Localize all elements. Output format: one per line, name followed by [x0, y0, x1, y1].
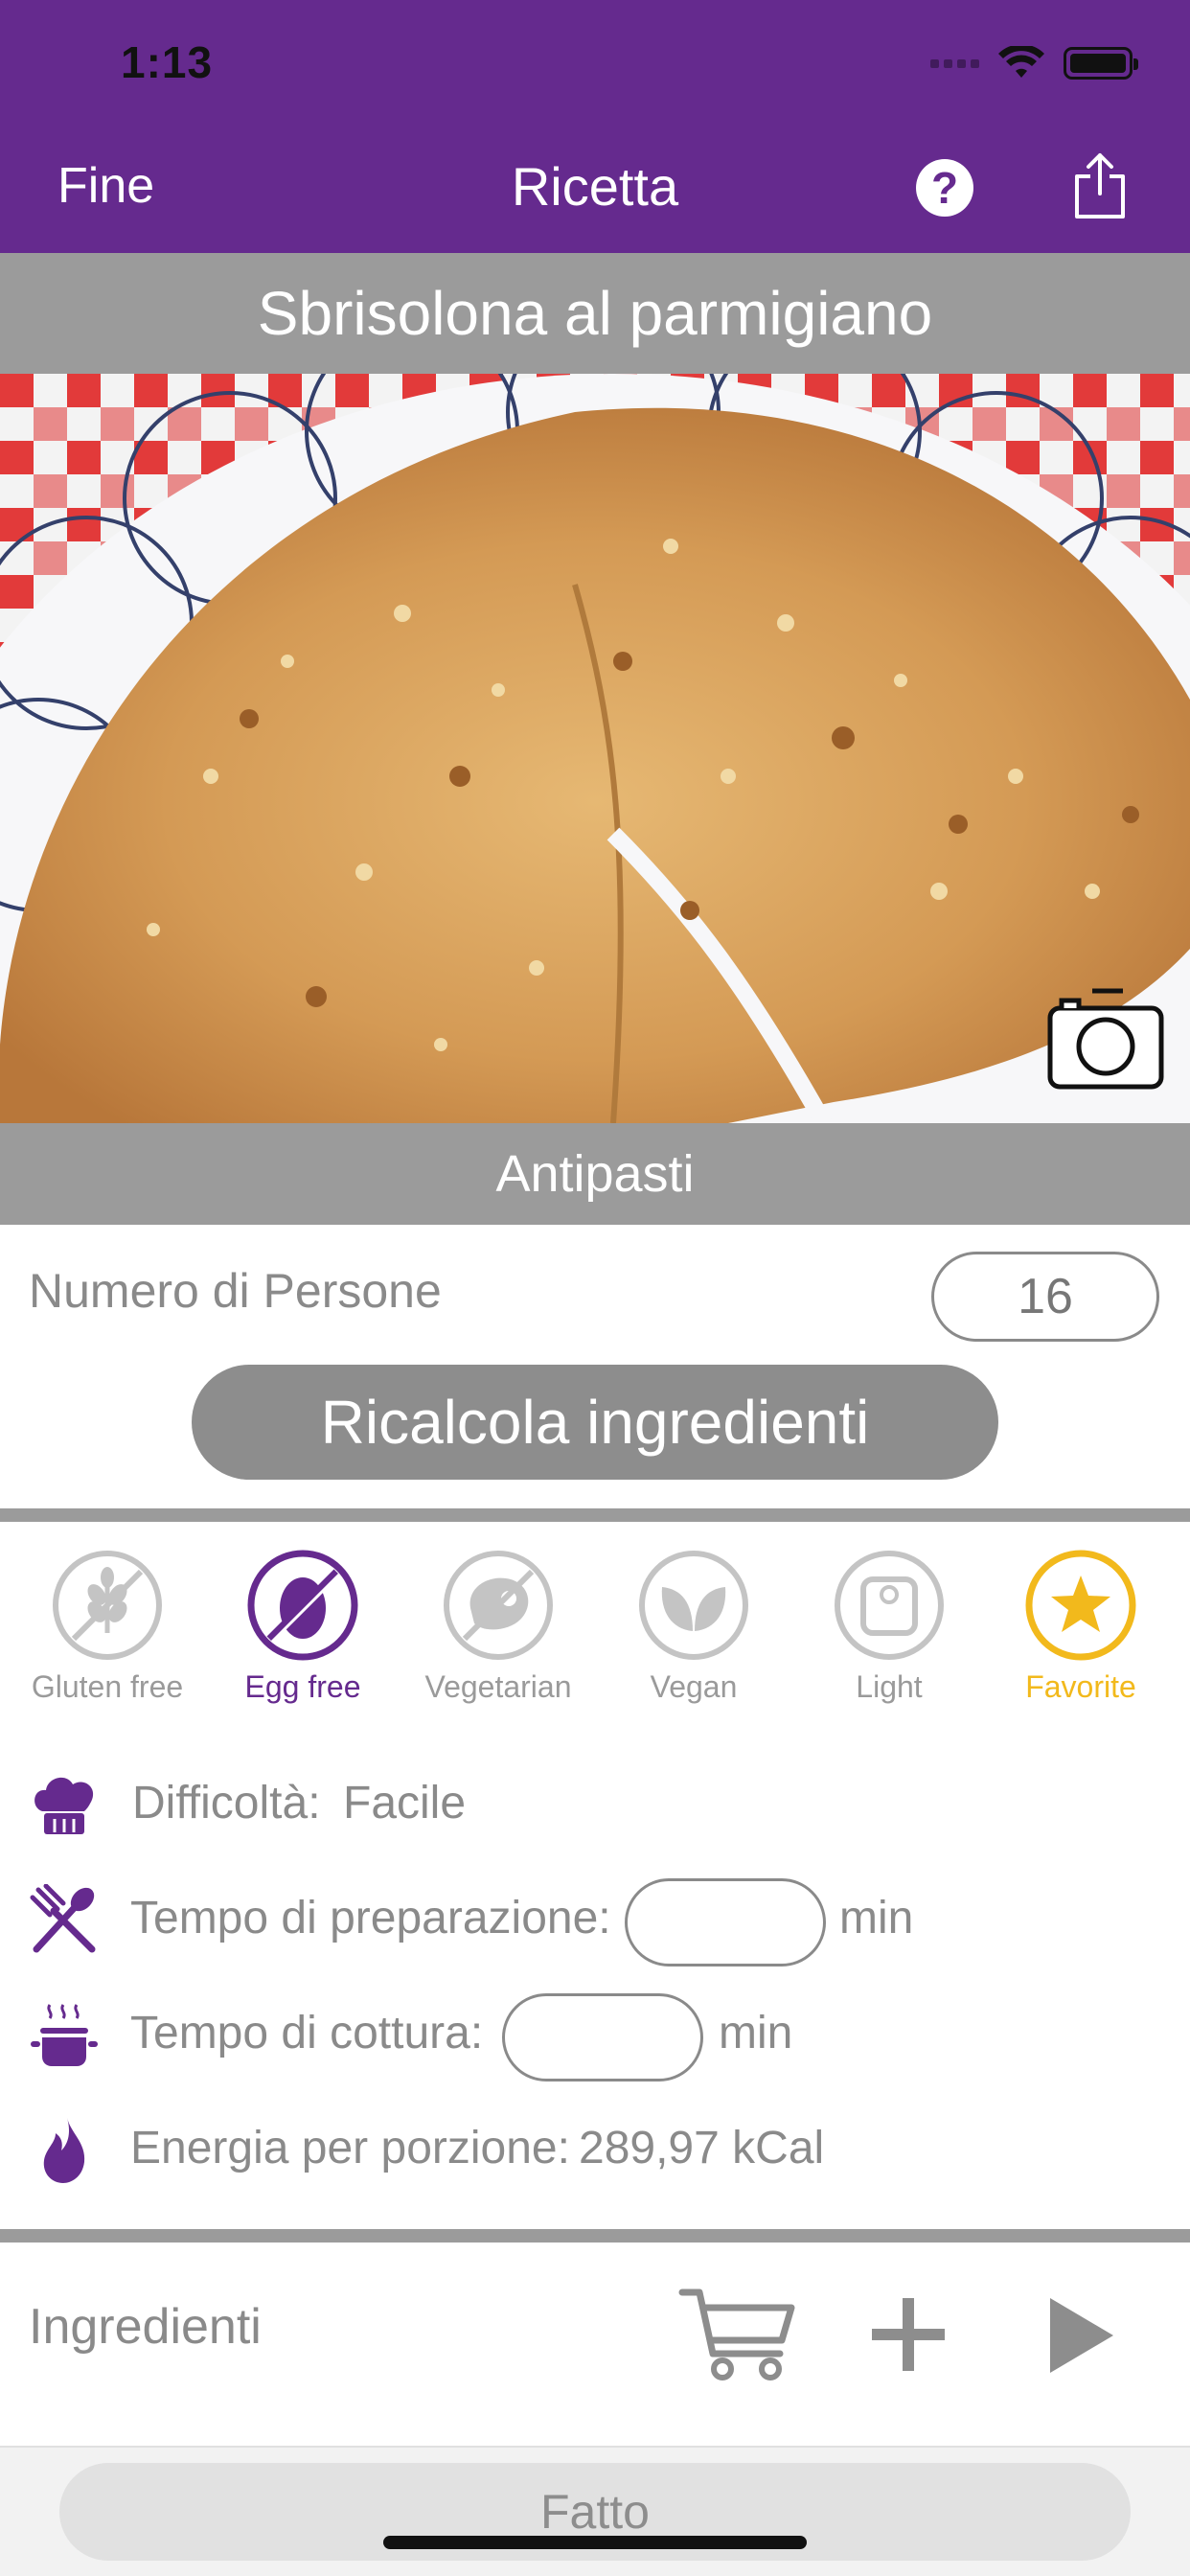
filter-label: Vegetarian — [424, 1669, 572, 1704]
status-indicators — [930, 46, 1138, 80]
meat-crossed-icon — [444, 1551, 553, 1660]
filter-vegan[interactable]: Vegan — [596, 1549, 791, 1705]
prep-time-unit: min — [839, 1893, 914, 1944]
difficulty-value: Facile — [343, 1778, 467, 1828]
leaf-icon — [639, 1551, 748, 1660]
filter-egg-free[interactable]: Egg free — [205, 1549, 400, 1705]
egg-crossed-icon — [247, 1550, 358, 1661]
category-label: Antipasti — [0, 1123, 1190, 1225]
cook-time-input[interactable] — [502, 1993, 703, 2082]
prep-time-row: Tempo di preparazione: min — [0, 1871, 1190, 1966]
signal-icon — [930, 58, 979, 68]
cook-time-row: Tempo di cottura: min — [0, 1986, 1190, 2082]
filter-label: Egg free — [244, 1669, 361, 1704]
difficulty-row: Difficoltà: Facile — [0, 1756, 1190, 1852]
ingredients-label: Ingredienti — [29, 2299, 262, 2355]
wifi-icon — [998, 46, 1044, 78]
fork-spoon-icon — [30, 1884, 96, 1953]
persons-input[interactable]: 16 — [931, 1252, 1159, 1342]
recipe-photo-image — [0, 374, 1190, 1123]
persons-label: Numero di Persone — [29, 1264, 442, 1318]
add-ingredient-icon[interactable] — [868, 2294, 949, 2375]
page-title: Ricetta — [511, 156, 679, 217]
camera-icon[interactable] — [1046, 985, 1165, 1091]
recalculate-ingredients-button[interactable]: Ricalcola ingredienti — [192, 1365, 998, 1480]
cart-icon[interactable] — [678, 2287, 797, 2382]
recipe-title: Sbrisolona al parmigiano — [0, 253, 1190, 374]
diet-filters: Gluten free Egg free Vegetarian Vegan Li… — [0, 1549, 1190, 1721]
filter-label: Gluten free — [31, 1669, 184, 1704]
section-divider — [0, 1508, 1190, 1522]
section-divider — [0, 2229, 1190, 2242]
filter-label: Favorite — [1025, 1669, 1136, 1704]
scale-icon — [835, 1551, 944, 1660]
filter-gluten-free[interactable]: Gluten free — [10, 1549, 205, 1705]
cooking-pot-icon — [31, 2004, 98, 2066]
prep-time-input[interactable] — [625, 1878, 826, 1966]
energy-row: Energia per porzione: 289,97 kCal — [0, 2101, 1190, 2196]
help-icon[interactable]: ? — [916, 159, 973, 217]
home-indicator — [383, 2536, 807, 2549]
wheat-crossed-icon — [53, 1551, 162, 1660]
status-time: 1:13 — [121, 37, 214, 87]
chef-hat-icon — [34, 1777, 94, 1834]
cook-time-label: Tempo di cottura: — [130, 2008, 484, 2058]
share-icon[interactable] — [1069, 151, 1131, 220]
filter-light[interactable]: Light — [791, 1549, 987, 1705]
flame-icon — [43, 2118, 85, 2183]
cook-time-unit: min — [719, 2008, 793, 2058]
navigation-bar: 1:13 Fine Ricetta ? — [0, 0, 1190, 253]
filter-vegetarian[interactable]: Vegetarian — [400, 1549, 596, 1705]
recipe-photo[interactable] — [0, 374, 1190, 1123]
filter-label: Vegan — [650, 1669, 738, 1704]
battery-icon — [1064, 47, 1138, 80]
star-icon — [1025, 1550, 1136, 1661]
difficulty-label: Difficoltà: — [132, 1778, 321, 1828]
prep-time-label: Tempo di preparazione: — [130, 1893, 611, 1944]
play-icon[interactable] — [1046, 2296, 1115, 2375]
energy-value: 289,97 kCal — [579, 2123, 825, 2174]
filter-label: Light — [856, 1669, 923, 1704]
energy-label: Energia per porzione: — [130, 2123, 570, 2174]
filter-favorite[interactable]: Favorite — [983, 1549, 1179, 1705]
